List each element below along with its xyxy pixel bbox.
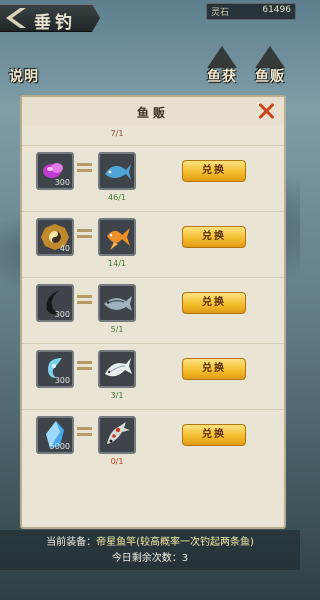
catch-label: 鱼获 <box>207 69 237 85</box>
help-button[interactable]: 说明 <box>6 44 42 92</box>
black-claw-icon[interactable]: 300 <box>36 284 74 322</box>
exchange-count: 46/1 <box>108 193 126 202</box>
white-fish-icon[interactable] <box>98 350 136 388</box>
catch-button[interactable]: 鱼获 <box>204 44 240 92</box>
fishing-status-bar: 当前装备：帝星鱼竿(较高概率一次钓起两条鱼) 今日剩余次数：3 <box>0 530 300 570</box>
equals-sign <box>77 229 92 238</box>
equipment-line: 当前装备：帝星鱼竿(较高概率一次钓起两条鱼) <box>0 533 300 548</box>
currency-value: 61496 <box>262 5 291 15</box>
remaining-attempts: 今日剩余次数：3 <box>111 553 189 564</box>
equip-label: 当前装备： <box>46 537 97 548</box>
equals-sign <box>77 163 92 172</box>
panel-header: 鱼贩 <box>22 97 284 125</box>
redeem-button[interactable]: 兑换 <box>182 292 246 314</box>
close-icon[interactable] <box>256 101 276 121</box>
exchange-row: 40 14/1 兑换 <box>22 211 284 276</box>
input-quantity: 300 <box>54 376 70 385</box>
exchange-row: 300 46/1 兑换 <box>22 145 284 210</box>
exchange-count: 3/1 <box>110 391 124 400</box>
panel-title: 鱼贩 <box>136 106 169 120</box>
back-arrow-icon <box>6 8 26 28</box>
exchange-list[interactable]: 7/1 300 46/1 兑换 40 14/1 兑换 300 5/1 兑换 30… <box>22 125 284 525</box>
input-quantity: 300 <box>54 310 70 319</box>
redeem-button[interactable]: 兑换 <box>182 226 246 248</box>
purple-gem-icon[interactable]: 300 <box>36 152 74 190</box>
blue-crystal-icon[interactable]: 5000 <box>36 416 74 454</box>
exchange-count: 0/1 <box>110 457 124 466</box>
exchange-row: 300 5/1 兑换 <box>22 277 284 342</box>
page-title: 垂钓 <box>34 13 76 33</box>
equals-sign <box>77 361 92 370</box>
equals-sign <box>77 295 92 304</box>
fish-vendor-panel: 鱼贩 7/1 300 46/1 兑换 40 14/1 兑换 300 5/1 兑换… <box>20 95 286 529</box>
silver-fish-icon[interactable] <box>98 284 136 322</box>
fish-vendor-button[interactable]: 鱼贩 <box>252 44 288 92</box>
equals-sign <box>77 427 92 436</box>
partial-row-count: 7/1 <box>110 129 124 138</box>
azure-swirl-icon[interactable]: 300 <box>36 350 74 388</box>
bagua-coin-icon[interactable]: 40 <box>36 218 74 256</box>
vendor-label: 鱼贩 <box>255 69 285 85</box>
exchange-row: 5000 0/1 兑换 <box>22 409 284 474</box>
exchange-row: 300 3/1 兑换 <box>22 343 284 408</box>
currency-display: 灵石 61496 <box>206 3 296 20</box>
exchange-count: 5/1 <box>110 325 124 334</box>
equip-name: 帝星鱼竿(较高概率一次钓起两条鱼) <box>96 537 254 548</box>
back-button[interactable]: 垂钓 <box>0 4 100 32</box>
redeem-button[interactable]: 兑换 <box>182 424 246 446</box>
input-quantity: 40 <box>59 244 70 253</box>
input-quantity: 300 <box>54 178 70 187</box>
exchange-count: 14/1 <box>108 259 126 268</box>
straw-hat-icon <box>255 46 285 68</box>
blue-fish-icon[interactable] <box>98 152 136 190</box>
redeem-button[interactable]: 兑换 <box>182 358 246 380</box>
input-quantity: 5000 <box>49 442 70 451</box>
goldfish-icon[interactable] <box>98 218 136 256</box>
redeem-button[interactable]: 兑换 <box>182 160 246 182</box>
help-label: 说明 <box>9 69 39 85</box>
koi-fish-icon[interactable] <box>98 416 136 454</box>
straw-hat-icon <box>207 46 237 68</box>
currency-name: 灵石 <box>211 8 230 18</box>
top-bar: 垂钓 灵石 61496 <box>0 0 300 34</box>
